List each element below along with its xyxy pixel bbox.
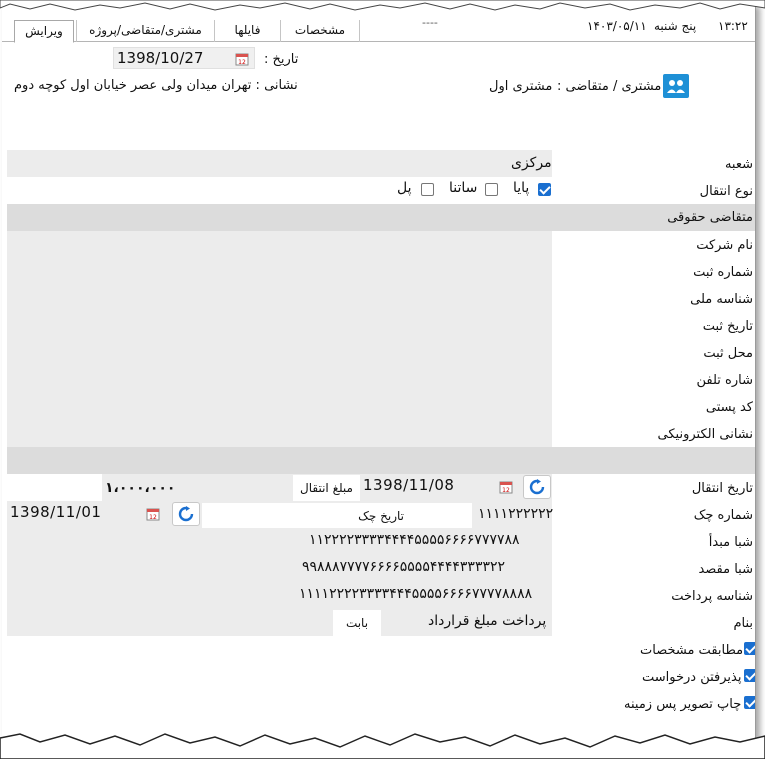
company-name-row: نام شرکت <box>7 231 755 258</box>
torn-edge-top <box>0 0 765 11</box>
satna-label: ساتنا <box>449 180 478 196</box>
date-field[interactable]: 1398/10/27 <box>113 47 255 69</box>
satna-checkbox[interactable] <box>485 183 498 196</box>
pol-label: پل <box>397 180 412 196</box>
cheque-date-label: تاریخ چک <box>202 503 472 529</box>
status-date: ۱۴۰۳/۰۵/۱۱ <box>587 19 647 33</box>
tab-edit[interactable]: ویرایش <box>14 20 74 43</box>
sheba-origin-value: ۱۱۲۲۲۲۳۳۳۳۴۴۴۴۵۵۵۵۶۶۶۶۷۷۷۷۸۸ <box>309 532 520 548</box>
sheba-dest-label: شبا مقصد <box>698 562 753 577</box>
cheque-number-label: شماره چک <box>693 508 753 523</box>
branch-cell[interactable] <box>7 150 552 177</box>
sheba-dest-value: ۹۹۸۸۸۷۷۷۷۶۶۶۶۵۵۵۵۴۴۴۴۳۳۳۳۲۲ <box>302 559 506 575</box>
email-label: نشانی الکترونیکی <box>657 427 753 442</box>
cheque-date-value: 1398/11/01 <box>10 503 102 521</box>
accept-request-checkbox[interactable] <box>744 669 755 682</box>
reg-number-row: شماره ثبت <box>7 258 755 285</box>
customer-icon[interactable] <box>663 74 689 98</box>
svg-text:12: 12 <box>238 59 246 66</box>
tab-specs[interactable]: مشخصات <box>280 20 360 42</box>
sheba-origin-label: شبا مبدأ <box>708 535 753 550</box>
print-background-label: چاپ تصویر پس زمینه <box>624 697 742 712</box>
paya-checkbox[interactable] <box>538 183 551 196</box>
national-id-row: شناسه ملی <box>7 285 755 312</box>
amount-value: ۱،۰۰۰،۰۰۰ <box>105 480 176 496</box>
refresh-icon <box>529 479 545 495</box>
amount-spacer <box>7 474 102 501</box>
calendar-icon[interactable]: 12 <box>235 52 249 66</box>
transfer-date-refresh-button[interactable] <box>523 475 551 499</box>
pol-checkbox[interactable] <box>421 183 434 196</box>
print-background-checkbox[interactable] <box>744 696 755 709</box>
reg-number-label: شماره ثبت <box>693 265 753 280</box>
reg-place-cell[interactable] <box>7 339 552 366</box>
reg-place-row: محل ثبت <box>7 339 755 366</box>
for-suffix: بابت <box>333 610 381 636</box>
postal-code-label: کد پستی <box>705 400 753 415</box>
postal-code-row: کد پستی <box>7 393 755 420</box>
cheque-number-value: ۱۱۱۱۲۲۲۲۲۲ <box>478 506 554 522</box>
reg-date-label: تاریخ ثبت <box>702 319 753 334</box>
svg-text:12: 12 <box>149 514 157 521</box>
for-value: پرداخت مبلغ قرارداد <box>428 613 547 629</box>
company-name-cell[interactable] <box>7 231 552 258</box>
transfer-type-row: نوع انتقال <box>7 177 755 204</box>
cheque-refresh-icon <box>178 506 194 522</box>
phone-row: شاره تلفن <box>7 366 755 393</box>
phone-cell[interactable] <box>7 366 552 393</box>
transfer-section-header <box>7 447 755 474</box>
reg-date-row: تاریخ ثبت <box>7 312 755 339</box>
cheque-date-calendar-icon[interactable]: 12 <box>146 507 160 521</box>
legal-section-title: متقاضی حقوقی <box>667 210 753 225</box>
company-name-label: نام شرکت <box>696 238 753 253</box>
reg-date-cell[interactable] <box>7 312 552 339</box>
transfer-date-calendar-icon[interactable]: 12 <box>499 480 513 494</box>
torn-edge-bottom <box>0 733 765 759</box>
amount-label: مبلغ انتقال <box>293 475 360 501</box>
customer-label: مشتری / متقاضی : <box>557 79 662 94</box>
branch-value: مرکزی <box>511 155 552 171</box>
status-day: پنج شنبه <box>654 19 697 33</box>
app-window: ویرایش مشتری/متقاضی/پروژه فایلها مشخصات … <box>2 2 756 754</box>
accept-request-label: پذیرفتن درخواست <box>642 670 742 685</box>
phone-label: شاره تلفن <box>696 373 753 388</box>
payment-id-value: ۱۱۱۱۲۲۲۲۳۳۳۳۴۴۴۵۵۵۵۶۶۶۶۷۷۷۷۸۸۸۸ <box>299 586 533 602</box>
paya-label: پایا <box>513 180 530 196</box>
branch-row: شعبه <box>7 150 755 177</box>
date-label: تاریخ : <box>264 52 299 67</box>
transfer-date-label: تاریخ انتقال <box>691 481 753 496</box>
svg-text:12: 12 <box>502 487 510 494</box>
transfer-type-label: نوع انتقال <box>699 184 753 199</box>
match-specs-label: مطابقت مشخصات <box>640 643 744 658</box>
status-time: ۱۳:۲۲ <box>718 19 748 33</box>
branch-label: شعبه <box>724 157 753 172</box>
customer-name: مشتری اول <box>489 79 553 94</box>
date-value: 1398/10/27 <box>117 49 204 67</box>
for-label: بنام <box>733 616 753 631</box>
address-text: نشانی : تهران میدان ولی عصر خیابان اول ک… <box>14 78 298 93</box>
reg-number-cell[interactable] <box>7 258 552 285</box>
national-id-cell[interactable] <box>7 285 552 312</box>
payment-id-label: شناسه پرداخت <box>671 589 753 604</box>
email-row: نشانی الکترونیکی <box>7 420 755 447</box>
tab-files[interactable]: فایلها <box>214 20 280 42</box>
for-row: بنام <box>7 609 755 636</box>
cheque-date-refresh-button[interactable] <box>172 502 200 526</box>
status-separator: ---- <box>422 16 438 29</box>
email-cell[interactable] <box>7 420 552 447</box>
legal-section-header: متقاضی حقوقی <box>7 204 755 231</box>
tab-customer-project[interactable]: مشتری/متقاضی/پروژه <box>76 20 214 42</box>
transfer-date-value: 1398/11/08 <box>363 476 455 494</box>
postal-code-cell[interactable] <box>7 393 552 420</box>
national-id-label: شناسه ملی <box>690 292 753 307</box>
match-specs-checkbox[interactable] <box>744 642 755 655</box>
reg-place-label: محل ثبت <box>703 346 753 361</box>
